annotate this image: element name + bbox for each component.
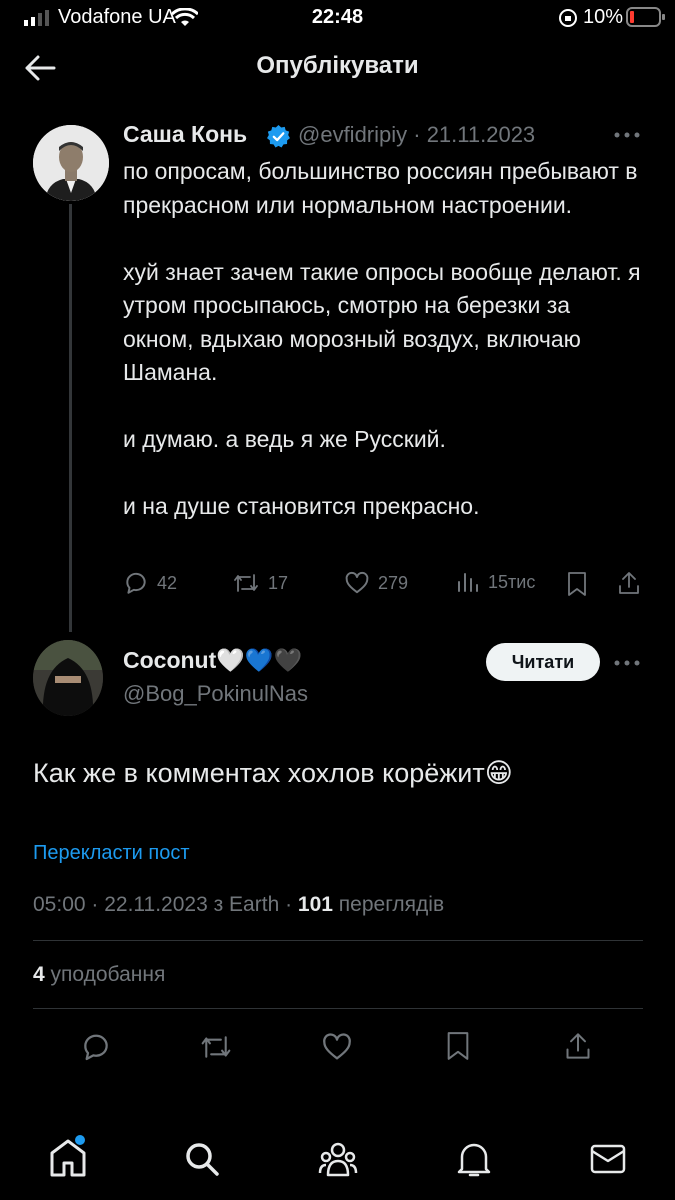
bookmark-icon[interactable] (444, 1030, 472, 1062)
views-count: 15тис (488, 571, 536, 592)
communities-icon[interactable] (318, 1141, 358, 1177)
like-icon[interactable] (321, 1031, 353, 1063)
status-bar: Vodafone UA 22:48 10% (0, 0, 675, 36)
reply-count: 42 (157, 572, 178, 593)
author-handle-date: @evfidripiy · 21.11.2023 (298, 122, 536, 147)
repost-icon (234, 574, 258, 592)
orientation-lock-icon (559, 9, 577, 27)
tweet-text: Как же в комментах хохлов корёжит😁 (33, 758, 513, 788)
post-meta: 05:00 · 22.11.2023 з Earth · 101 перегля… (33, 893, 444, 917)
like-count: 279 (378, 572, 409, 593)
tweet-paragraph: и на душе становится прекрасно. (123, 493, 480, 519)
views-label: переглядів (332, 893, 445, 916)
divider (33, 940, 643, 941)
bottom-nav (0, 1135, 675, 1185)
messages-icon[interactable] (590, 1144, 626, 1174)
translate-link[interactable]: Перекласти пост (33, 842, 190, 865)
search-icon[interactable] (184, 1141, 220, 1177)
repost-icon[interactable] (199, 1031, 233, 1063)
likes-count: 4 (33, 963, 45, 986)
verified-icon (267, 125, 290, 148)
avatar[interactable] (33, 125, 109, 201)
author-name[interactable]: Саша Конь (123, 121, 247, 148)
repost-button[interactable]: 17 (232, 570, 288, 596)
bookmark-icon[interactable] (565, 571, 589, 597)
quoted-tweet-text: по опросам, большинство россиян пребываю… (123, 155, 643, 557)
likes-summary[interactable]: 4 уподобання (33, 963, 165, 987)
views-icon (458, 573, 478, 592)
battery-icon (626, 7, 665, 27)
share-icon[interactable] (617, 570, 641, 596)
reply-button[interactable]: 42 (123, 570, 177, 596)
follow-button[interactable]: Читати (486, 643, 600, 681)
views-button[interactable]: 15тис (456, 570, 535, 594)
reply-icon (126, 572, 146, 594)
like-button[interactable]: 279 (344, 570, 408, 596)
tweet-paragraph: по опросам, большинство россиян пребываю… (123, 158, 638, 218)
post-timestamp: 05:00 · 22.11.2023 з Earth · (33, 893, 298, 916)
home-icon[interactable] (48, 1135, 88, 1179)
author-handle: @Bog_PokinulNas (123, 681, 308, 706)
divider (33, 1008, 643, 1009)
views-count: 101 (297, 893, 333, 916)
notifications-icon[interactable] (456, 1139, 492, 1179)
more-icon[interactable] (614, 660, 640, 666)
repost-count: 17 (268, 572, 289, 593)
like-icon (345, 571, 369, 594)
battery-percent: 10% (583, 6, 624, 28)
likes-label: уподобання (44, 963, 166, 986)
reply-icon[interactable] (80, 1031, 112, 1063)
tweet-paragraph: хуй знает зачем такие опросы вообще дела… (123, 258, 641, 386)
share-icon[interactable] (564, 1030, 592, 1062)
page-title: Опублікувати (256, 52, 419, 79)
author-name[interactable]: Coconut🤍💙🖤 (123, 647, 302, 674)
quoted-action-bar: 42 17 279 15тис (0, 566, 675, 602)
tweet-paragraph: и думаю. а ведь я же Русский. (123, 426, 446, 452)
avatar[interactable] (33, 640, 103, 716)
more-icon[interactable] (614, 132, 640, 138)
